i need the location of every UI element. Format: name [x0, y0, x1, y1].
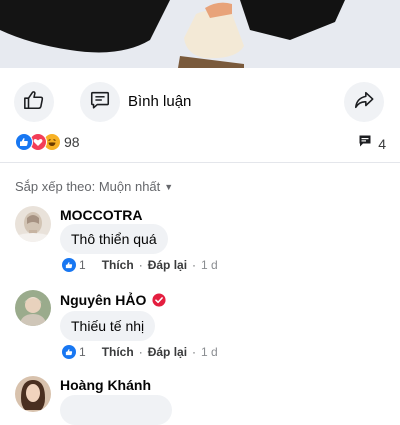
- comment-bubble[interactable]: Thiếu tế nhị: [60, 311, 156, 341]
- share-arrow-icon: [353, 89, 375, 116]
- reaction-count: 98: [64, 134, 80, 150]
- author-name[interactable]: Nguyên HẢO: [60, 292, 146, 308]
- comment-like-count: 1: [79, 345, 86, 359]
- section-divider: [0, 162, 400, 163]
- reaction-icons: [15, 133, 61, 151]
- sort-label: Sắp xếp theo: Muộn nhất: [15, 179, 161, 194]
- comment-bubble-icon: [89, 89, 111, 116]
- thumbs-up-icon: [23, 89, 45, 116]
- like-count-icon: [62, 258, 76, 272]
- comment-sort-dropdown[interactable]: Sắp xếp theo: Muộn nhất ▼: [15, 179, 173, 194]
- comment-time: 1 d: [201, 258, 218, 272]
- caret-down-icon: ▼: [164, 181, 174, 192]
- verified-badge-icon: [152, 293, 166, 307]
- like-comment-link[interactable]: Thích: [102, 258, 134, 272]
- comment-bubble[interactable]: Thô thiển quá: [60, 224, 168, 254]
- comment-button[interactable]: [80, 82, 120, 122]
- comment-meta: 1 Thích · Đáp lại · 1 d: [62, 258, 218, 272]
- avatar[interactable]: [15, 290, 51, 326]
- separator-dot: ·: [138, 345, 143, 359]
- comment-count-group[interactable]: 4: [358, 134, 386, 153]
- post-action-row: Bình luận: [0, 80, 400, 124]
- comment-author[interactable]: Nguyên HẢO: [60, 292, 166, 308]
- comment-text: Thiếu tế nhị: [71, 318, 145, 334]
- comment-like-count: 1: [79, 258, 86, 272]
- reactions-summary[interactable]: 98 4: [0, 131, 400, 153]
- comment-author[interactable]: MOCCOTRA: [60, 207, 142, 223]
- author-name[interactable]: Hoàng Khánh: [60, 377, 151, 393]
- reply-link[interactable]: Đáp lại: [148, 258, 187, 272]
- comment-button-label[interactable]: Bình luận: [128, 93, 191, 110]
- like-button[interactable]: [14, 82, 54, 122]
- separator-dot: ·: [192, 345, 197, 359]
- separator-dot: ·: [192, 258, 197, 272]
- reply-link[interactable]: Đáp lại: [148, 345, 187, 359]
- comment-text: Thô thiển quá: [71, 231, 157, 247]
- like-comment-link[interactable]: Thích: [102, 345, 134, 359]
- comment-time: 1 d: [201, 345, 218, 359]
- post-media-image[interactable]: [0, 0, 400, 68]
- like-reaction-icon: [15, 133, 33, 151]
- separator-dot: ·: [138, 258, 143, 272]
- comment-author[interactable]: Hoàng Khánh: [60, 377, 151, 393]
- share-button[interactable]: [344, 82, 384, 122]
- avatar[interactable]: [15, 376, 51, 412]
- author-name[interactable]: MOCCOTRA: [60, 207, 142, 223]
- avatar[interactable]: [15, 206, 51, 242]
- comment-count: 4: [378, 135, 386, 152]
- like-count-icon: [62, 345, 76, 359]
- comment-count-icon: [358, 134, 372, 153]
- comment-meta: 1 Thích · Đáp lại · 1 d: [62, 345, 218, 359]
